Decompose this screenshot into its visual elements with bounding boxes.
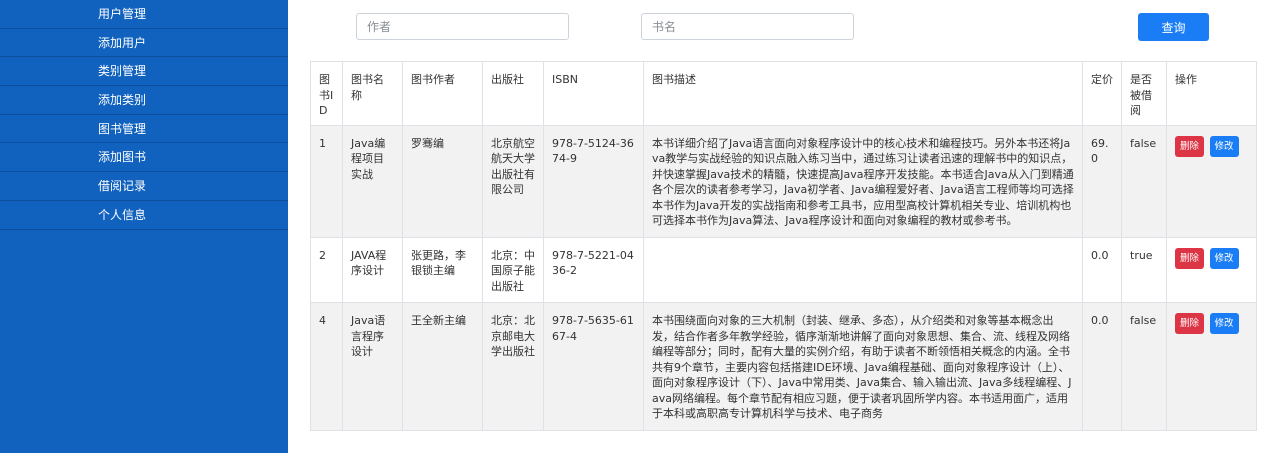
sidebar-item-category-management[interactable]: 类别管理 <box>0 57 288 87</box>
cell-price: 0.0 <box>1082 236 1122 303</box>
main-content: 查询 图书ID 图书名称 图书作者 出版社 ISBN 图书描述 定价 是否被借阅 <box>288 0 1268 453</box>
cell-description: 本书详细介绍了Java语言面向对象程序设计中的核心技术和编程技巧。另外本书还将J… <box>643 124 1083 238</box>
cell-isbn: 978-7-5124-3674-9 <box>543 124 644 238</box>
cell-price: 0.0 <box>1082 302 1122 431</box>
header-author: 图书作者 <box>402 61 483 126</box>
cell-isbn: 978-7-5635-6167-4 <box>543 302 644 431</box>
header-operations: 操作 <box>1166 61 1257 126</box>
sidebar: 用户管理 添加用户 类别管理 添加类别 图书管理 添加图书 借阅记录 个人信息 <box>0 0 288 453</box>
query-button[interactable]: 查询 <box>1138 13 1209 41</box>
cell-id: 1 <box>310 124 343 238</box>
edit-button[interactable]: 修改 <box>1209 313 1239 334</box>
cell-publisher: 北京：中国原子能出版社 <box>482 236 544 303</box>
cell-price: 69.0 <box>1082 124 1122 238</box>
sidebar-item-user-management[interactable]: 用户管理 <box>0 0 288 29</box>
edit-button[interactable]: 修改 <box>1209 135 1239 157</box>
cell-name: JAVA程序设计 <box>342 236 403 303</box>
sidebar-item-add-category[interactable]: 添加类别 <box>0 86 288 115</box>
table-row: 2 JAVA程序设计 张更路，李银锁主编 北京：中国原子能出版社 978-7-5… <box>310 236 1257 303</box>
title-search-input[interactable] <box>641 13 854 40</box>
cell-author: 王全新主编 <box>402 302 483 431</box>
sidebar-item-add-book[interactable]: 添加图书 <box>0 143 288 173</box>
sidebar-item-profile[interactable]: 个人信息 <box>0 201 288 230</box>
cell-description: 本书围绕面向对象的三大机制（封装、继承、多态），从介绍类和对象等基本概念出发，结… <box>643 302 1083 431</box>
sidebar-item-borrow-records[interactable]: 借阅记录 <box>0 172 288 201</box>
edit-button[interactable]: 修改 <box>1209 247 1239 269</box>
cell-publisher: 北京：北京邮电大学出版社 <box>482 302 544 431</box>
author-search-input[interactable] <box>356 13 569 40</box>
cell-operations: 删除 修改 <box>1166 124 1257 238</box>
cell-borrowed: true <box>1121 236 1167 303</box>
header-id: 图书ID <box>310 61 343 126</box>
books-table: 图书ID 图书名称 图书作者 出版社 ISBN 图书描述 定价 是否被借阅 操作… <box>310 61 1257 431</box>
cell-author: 罗骞编 <box>402 124 483 238</box>
cell-id: 2 <box>310 236 343 303</box>
delete-button[interactable]: 删除 <box>1175 135 1205 157</box>
cell-name: Java编程项目实战 <box>342 124 403 238</box>
cell-operations: 删除 修改 <box>1166 302 1257 431</box>
sidebar-item-add-user[interactable]: 添加用户 <box>0 29 288 58</box>
cell-name: Java语言程序设计 <box>342 302 403 431</box>
header-isbn: ISBN <box>543 61 644 126</box>
header-name: 图书名称 <box>342 61 403 126</box>
header-borrowed: 是否被借阅 <box>1121 61 1167 126</box>
cell-id: 4 <box>310 302 343 431</box>
header-description: 图书描述 <box>643 61 1083 126</box>
table-row: 4 Java语言程序设计 王全新主编 北京：北京邮电大学出版社 978-7-56… <box>310 302 1257 431</box>
cell-borrowed: false <box>1121 302 1167 431</box>
table-row: 1 Java编程项目实战 罗骞编 北京航空航天大学出版社有限公司 978-7-5… <box>310 124 1257 238</box>
cell-publisher: 北京航空航天大学出版社有限公司 <box>482 124 544 238</box>
cell-author: 张更路，李银锁主编 <box>402 236 483 303</box>
cell-isbn: 978-7-5221-0436-2 <box>543 236 644 303</box>
cell-description <box>643 236 1083 303</box>
delete-button[interactable]: 删除 <box>1175 247 1205 269</box>
header-publisher: 出版社 <box>482 61 544 126</box>
table-header-row: 图书ID 图书名称 图书作者 出版社 ISBN 图书描述 定价 是否被借阅 操作 <box>310 61 1257 126</box>
cell-operations: 删除 修改 <box>1166 236 1257 303</box>
header-price: 定价 <box>1082 61 1122 126</box>
cell-borrowed: false <box>1121 124 1167 238</box>
sidebar-item-book-management[interactable]: 图书管理 <box>0 115 288 144</box>
delete-button[interactable]: 删除 <box>1175 313 1205 334</box>
